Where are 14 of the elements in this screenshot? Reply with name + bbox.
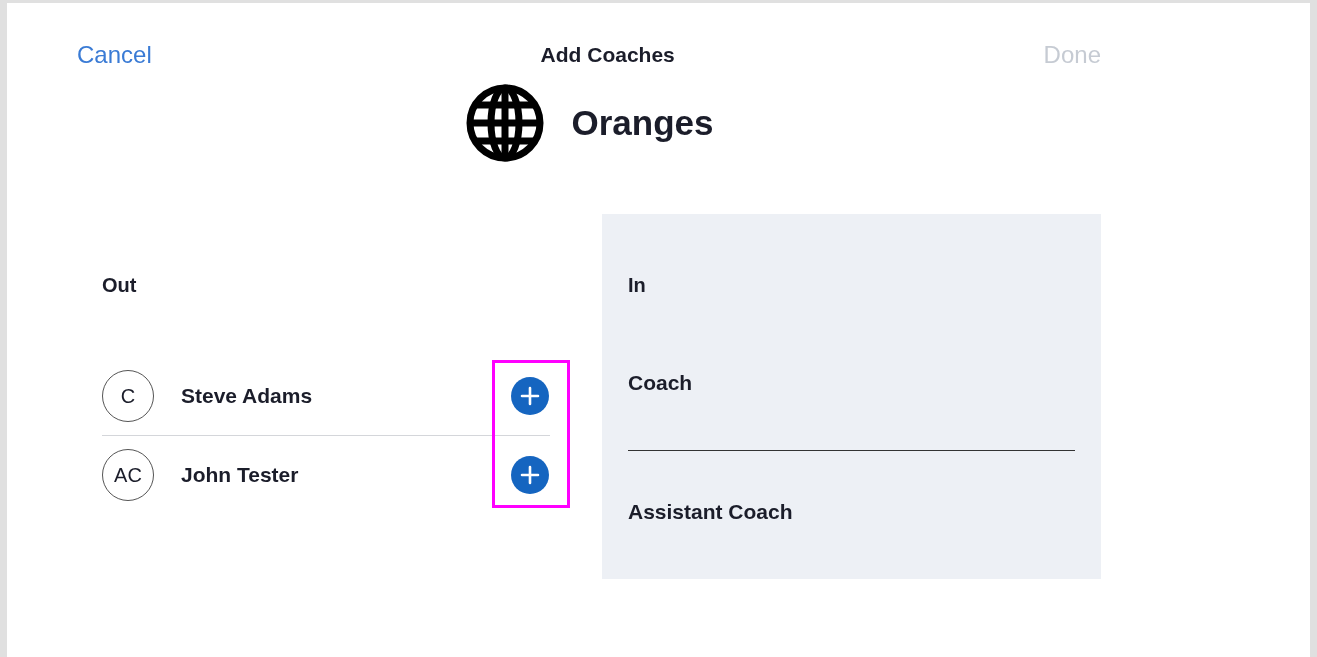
section-heading: Out (102, 273, 138, 297)
page-title: Add Coaches (540, 43, 675, 67)
role-label: Coach (628, 370, 694, 396)
globe-icon (464, 83, 545, 163)
plus-icon (520, 465, 540, 485)
section-heading: In (628, 273, 647, 297)
person-name: Steve Adams (181, 384, 314, 408)
team-name: Oranges (571, 103, 714, 143)
add-button[interactable] (511, 456, 549, 494)
person-name: John Tester (181, 463, 300, 487)
add-button[interactable] (511, 377, 549, 415)
role-label: Assistant Coach (628, 499, 794, 525)
cancel-button[interactable]: Cancel (77, 41, 152, 69)
plus-icon (520, 386, 540, 406)
